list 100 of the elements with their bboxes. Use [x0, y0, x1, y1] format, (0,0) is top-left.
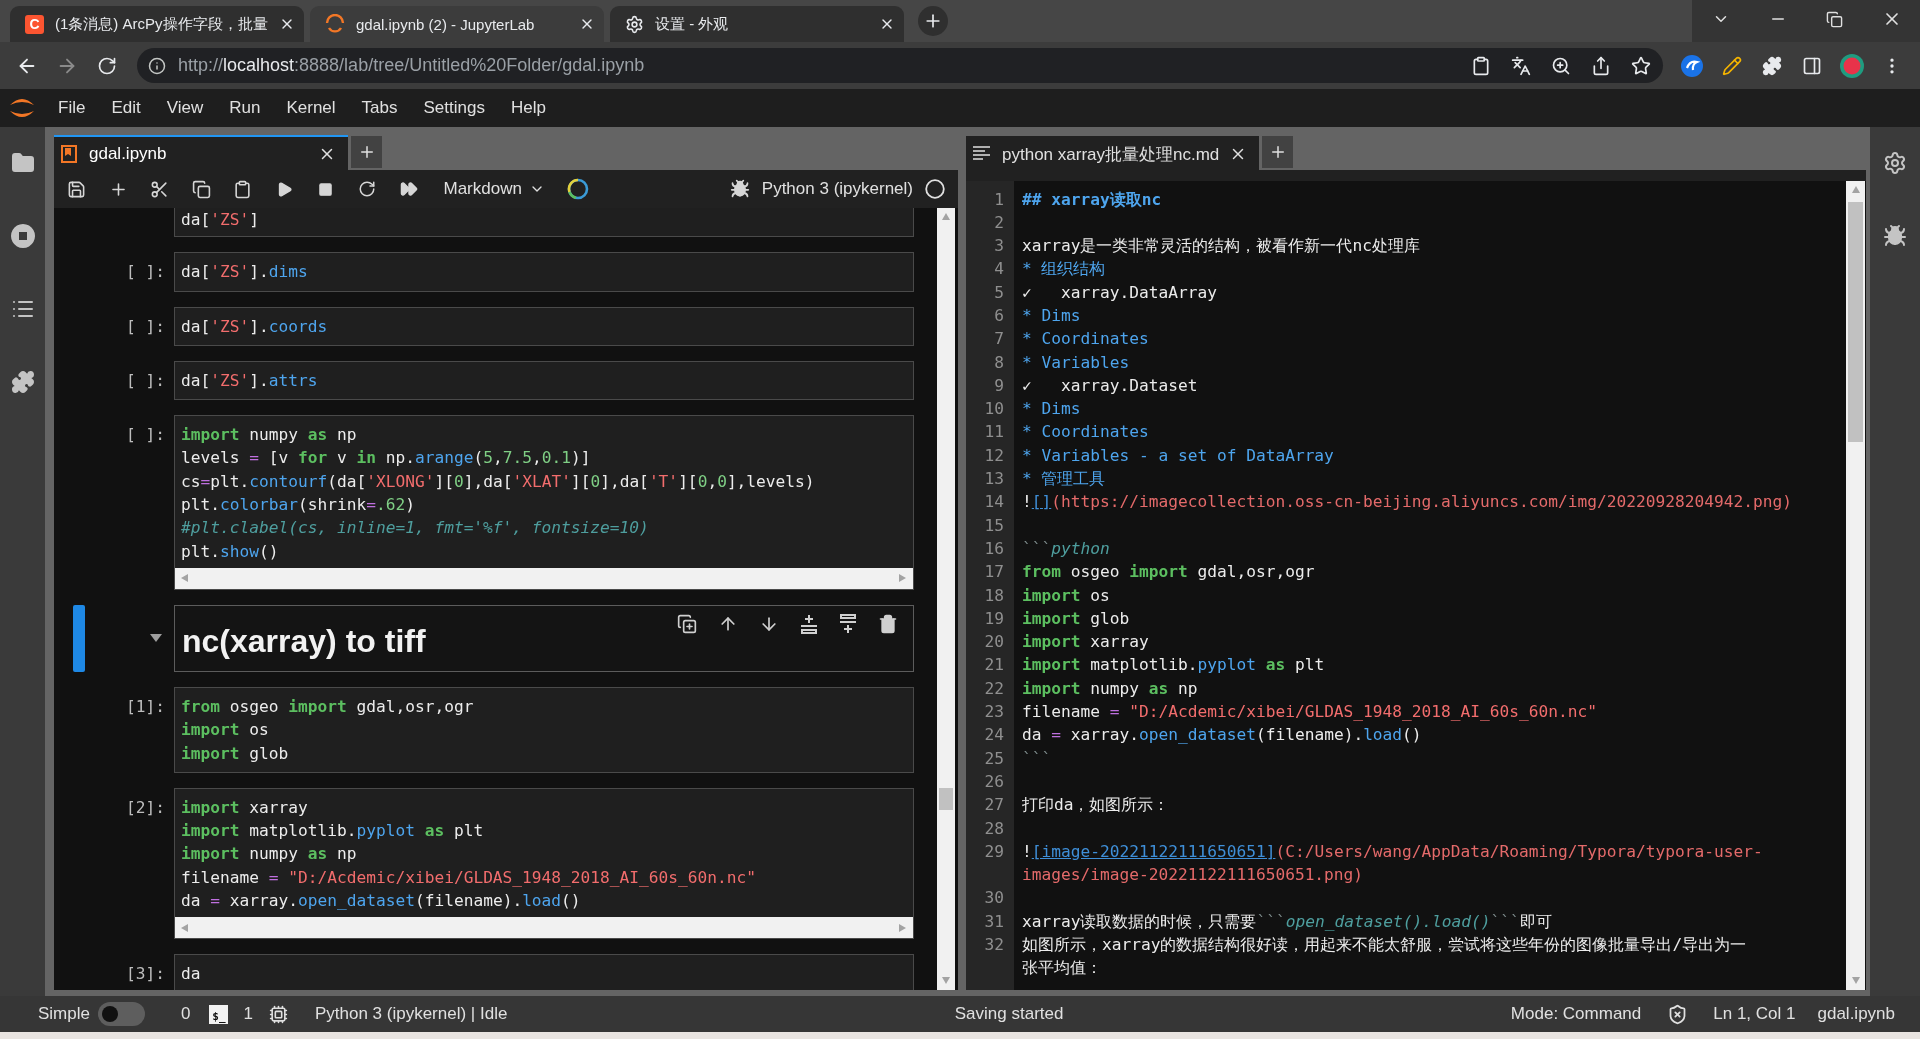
kernel-count[interactable]: 1 — [243, 1004, 253, 1024]
scrollbar-thumb[interactable] — [939, 788, 953, 810]
browser-tab[interactable]: 设置 - 外观 — [610, 6, 904, 42]
editor-line: ``` — [1022, 747, 1052, 770]
code-line: da['ZS'] — [181, 209, 260, 231]
editor-line: da = xarray.open_dataset(filename).load() — [1022, 724, 1422, 747]
code-cell[interactable] — [174, 415, 914, 590]
menu-item[interactable]: File — [45, 98, 99, 118]
cursor-position[interactable]: Ln 1, Col 1 — [1713, 1004, 1796, 1024]
code-line: cs=plt.contourf(da['XLONG'][0],da['XLAT'][0],da['T'][0,0],levels) — [181, 470, 816, 493]
line-number: 19 — [984, 607, 1004, 630]
text-file-icon — [973, 146, 990, 162]
info-icon[interactable] — [148, 56, 166, 75]
translate-icon[interactable] — [1511, 55, 1531, 76]
editor-line: ![image-20221122111650651](C:/Users/wang/AppData/Roaming/Typora/typora-user- — [1022, 840, 1763, 863]
code-line: levels = [v for v in np.arange(5,7.5,0.1)] — [181, 447, 592, 470]
cell-prompt: [2]: — [126, 796, 165, 819]
menu-item[interactable]: Kernel — [273, 98, 349, 118]
restore-icon[interactable] — [1826, 10, 1843, 28]
editor-tab[interactable]: python xarray批量处理nc.md — [966, 136, 1259, 170]
zoom-icon[interactable] — [1551, 55, 1571, 76]
line-number: 13 — [984, 468, 1004, 491]
share-icon[interactable] — [1591, 55, 1611, 76]
menu-item[interactable]: Run — [216, 98, 274, 118]
editor-line: import numpy as np — [1022, 677, 1198, 700]
code-cell[interactable]: da['ZS'].coords — [174, 306, 914, 346]
file-name[interactable]: gdal.ipynb — [1817, 1004, 1895, 1024]
avatar-icon[interactable] — [1840, 53, 1864, 78]
code-line: plt.colorbar(shrink=.62) — [181, 494, 416, 517]
tab-title: gdal.ipynb — [89, 143, 168, 164]
editor-line: * Coordinates — [1022, 421, 1149, 444]
code-cell[interactable]: from osgeo import gdal,osr,ogr import os import glob — [174, 686, 914, 773]
address-bar[interactable]: http://localhost:8888/lab/tree/Untitled%20Folder/gdal.ipynb — [137, 48, 1663, 83]
new-tab-button[interactable] — [918, 6, 948, 36]
tab-title: python xarray批量处理nc.md — [1002, 143, 1221, 166]
insert-below-icon[interactable] — [800, 613, 818, 634]
kernel-status[interactable]: Python 3 (ipykernel) | Idle — [314, 1004, 508, 1024]
menu-item[interactable]: Edit — [98, 98, 154, 118]
editor-line: ✓ xarray.DataArray — [1022, 281, 1217, 304]
side-panel-icon[interactable] — [1802, 55, 1822, 76]
line-number: 30 — [984, 887, 1004, 910]
kernel-name[interactable]: Python 3 (ipykernel) — [761, 179, 913, 199]
line-number: 22 — [984, 677, 1004, 700]
puzzle-icon[interactable] — [10, 370, 35, 394]
line-number: 5 — [994, 281, 1004, 304]
duplicate-icon[interactable] — [677, 613, 697, 634]
menu-item[interactable]: View — [153, 98, 217, 118]
bug-icon[interactable] — [1883, 224, 1907, 248]
cut-icon[interactable] — [150, 179, 170, 199]
code-cell[interactable]: da — [174, 954, 914, 990]
pencil-icon[interactable] — [1722, 55, 1742, 76]
line-number: 26 — [984, 770, 1004, 793]
stop-icon[interactable] — [318, 181, 334, 197]
code-cell[interactable]: da['ZS'].dims — [174, 252, 914, 292]
stop-icon[interactable] — [10, 224, 35, 248]
restart-icon[interactable] — [358, 180, 377, 198]
gear-icon[interactable] — [1883, 151, 1907, 175]
fast-forward-icon[interactable] — [399, 180, 418, 198]
chip-icon[interactable] — [268, 1004, 288, 1024]
paste-icon[interactable] — [233, 179, 253, 199]
star-icon[interactable] — [1631, 55, 1651, 76]
editor-line: filename = "D:/Acdemic/xibei/GLDAS_1948_2018_AI_60s_60n.nc" — [1022, 701, 1597, 724]
line-number: 28 — [984, 817, 1004, 840]
status-message: Saving started — [954, 1004, 1064, 1024]
code-cell[interactable]: da['ZS'] — [174, 208, 914, 238]
browser-tab[interactable]: C (1条消息) ArcPy操作字段，批量 — [10, 6, 304, 42]
add-tab-button[interactable] — [351, 136, 382, 168]
code-cell[interactable]: da['ZS'].attrs — [174, 360, 914, 401]
folder-icon[interactable] — [10, 151, 35, 175]
browser-tab[interactable]: gdal.ipynb (2) - JupyterLab — [310, 6, 604, 42]
vertical-scrollbar[interactable] — [1846, 181, 1865, 990]
vertical-scrollbar[interactable] — [937, 208, 955, 990]
code-cell[interactable]: import xarray import matplotlib.pyplot as plt import numpy as np filename = "D:/Acdemic/xibei/GLDAS_1948_2018_AI_60s_60n.nc" da = xarray.open_dataset(filename).load() — [174, 787, 914, 940]
save-icon[interactable] — [67, 179, 87, 199]
mode-indicator[interactable]: Mode: Command — [1510, 1004, 1642, 1024]
bug-icon[interactable] — [729, 179, 750, 199]
terminal-count[interactable]: 0 — [180, 1004, 191, 1024]
cell-type-dropdown[interactable]: Markdown — [443, 179, 545, 199]
line-number: 11 — [984, 421, 1004, 444]
notebook-tab[interactable]: gdal.ipynb — [54, 135, 348, 170]
cell-prompt: [ ]: — [126, 315, 165, 338]
terminal-icon[interactable]: $_ — [209, 1004, 229, 1024]
menu-item[interactable]: Settings — [410, 98, 498, 118]
editor-line: * 组织结构 — [1022, 258, 1106, 281]
toggle-switch[interactable] — [97, 1002, 145, 1026]
insert-above-icon[interactable] — [839, 613, 857, 634]
scrollbar-thumb[interactable] — [1848, 202, 1863, 442]
swirl-icon[interactable] — [1681, 54, 1703, 77]
line-number: 12 — [984, 444, 1004, 467]
reload-icon[interactable] — [97, 55, 117, 76]
markdown-cell[interactable]: nc(xarray) to tiff — [174, 604, 914, 672]
line-number: 9 — [994, 374, 1004, 397]
editor-line: import glob — [1022, 607, 1130, 630]
menu-item[interactable]: Help — [497, 98, 559, 118]
add-tab-button[interactable] — [1262, 136, 1293, 168]
trash-icon[interactable] — [878, 613, 898, 634]
line-number: 6 — [994, 305, 1004, 327]
clipboard-icon[interactable] — [1471, 55, 1491, 76]
copy-icon[interactable] — [191, 179, 211, 199]
menu-item[interactable]: Tabs — [348, 98, 411, 118]
